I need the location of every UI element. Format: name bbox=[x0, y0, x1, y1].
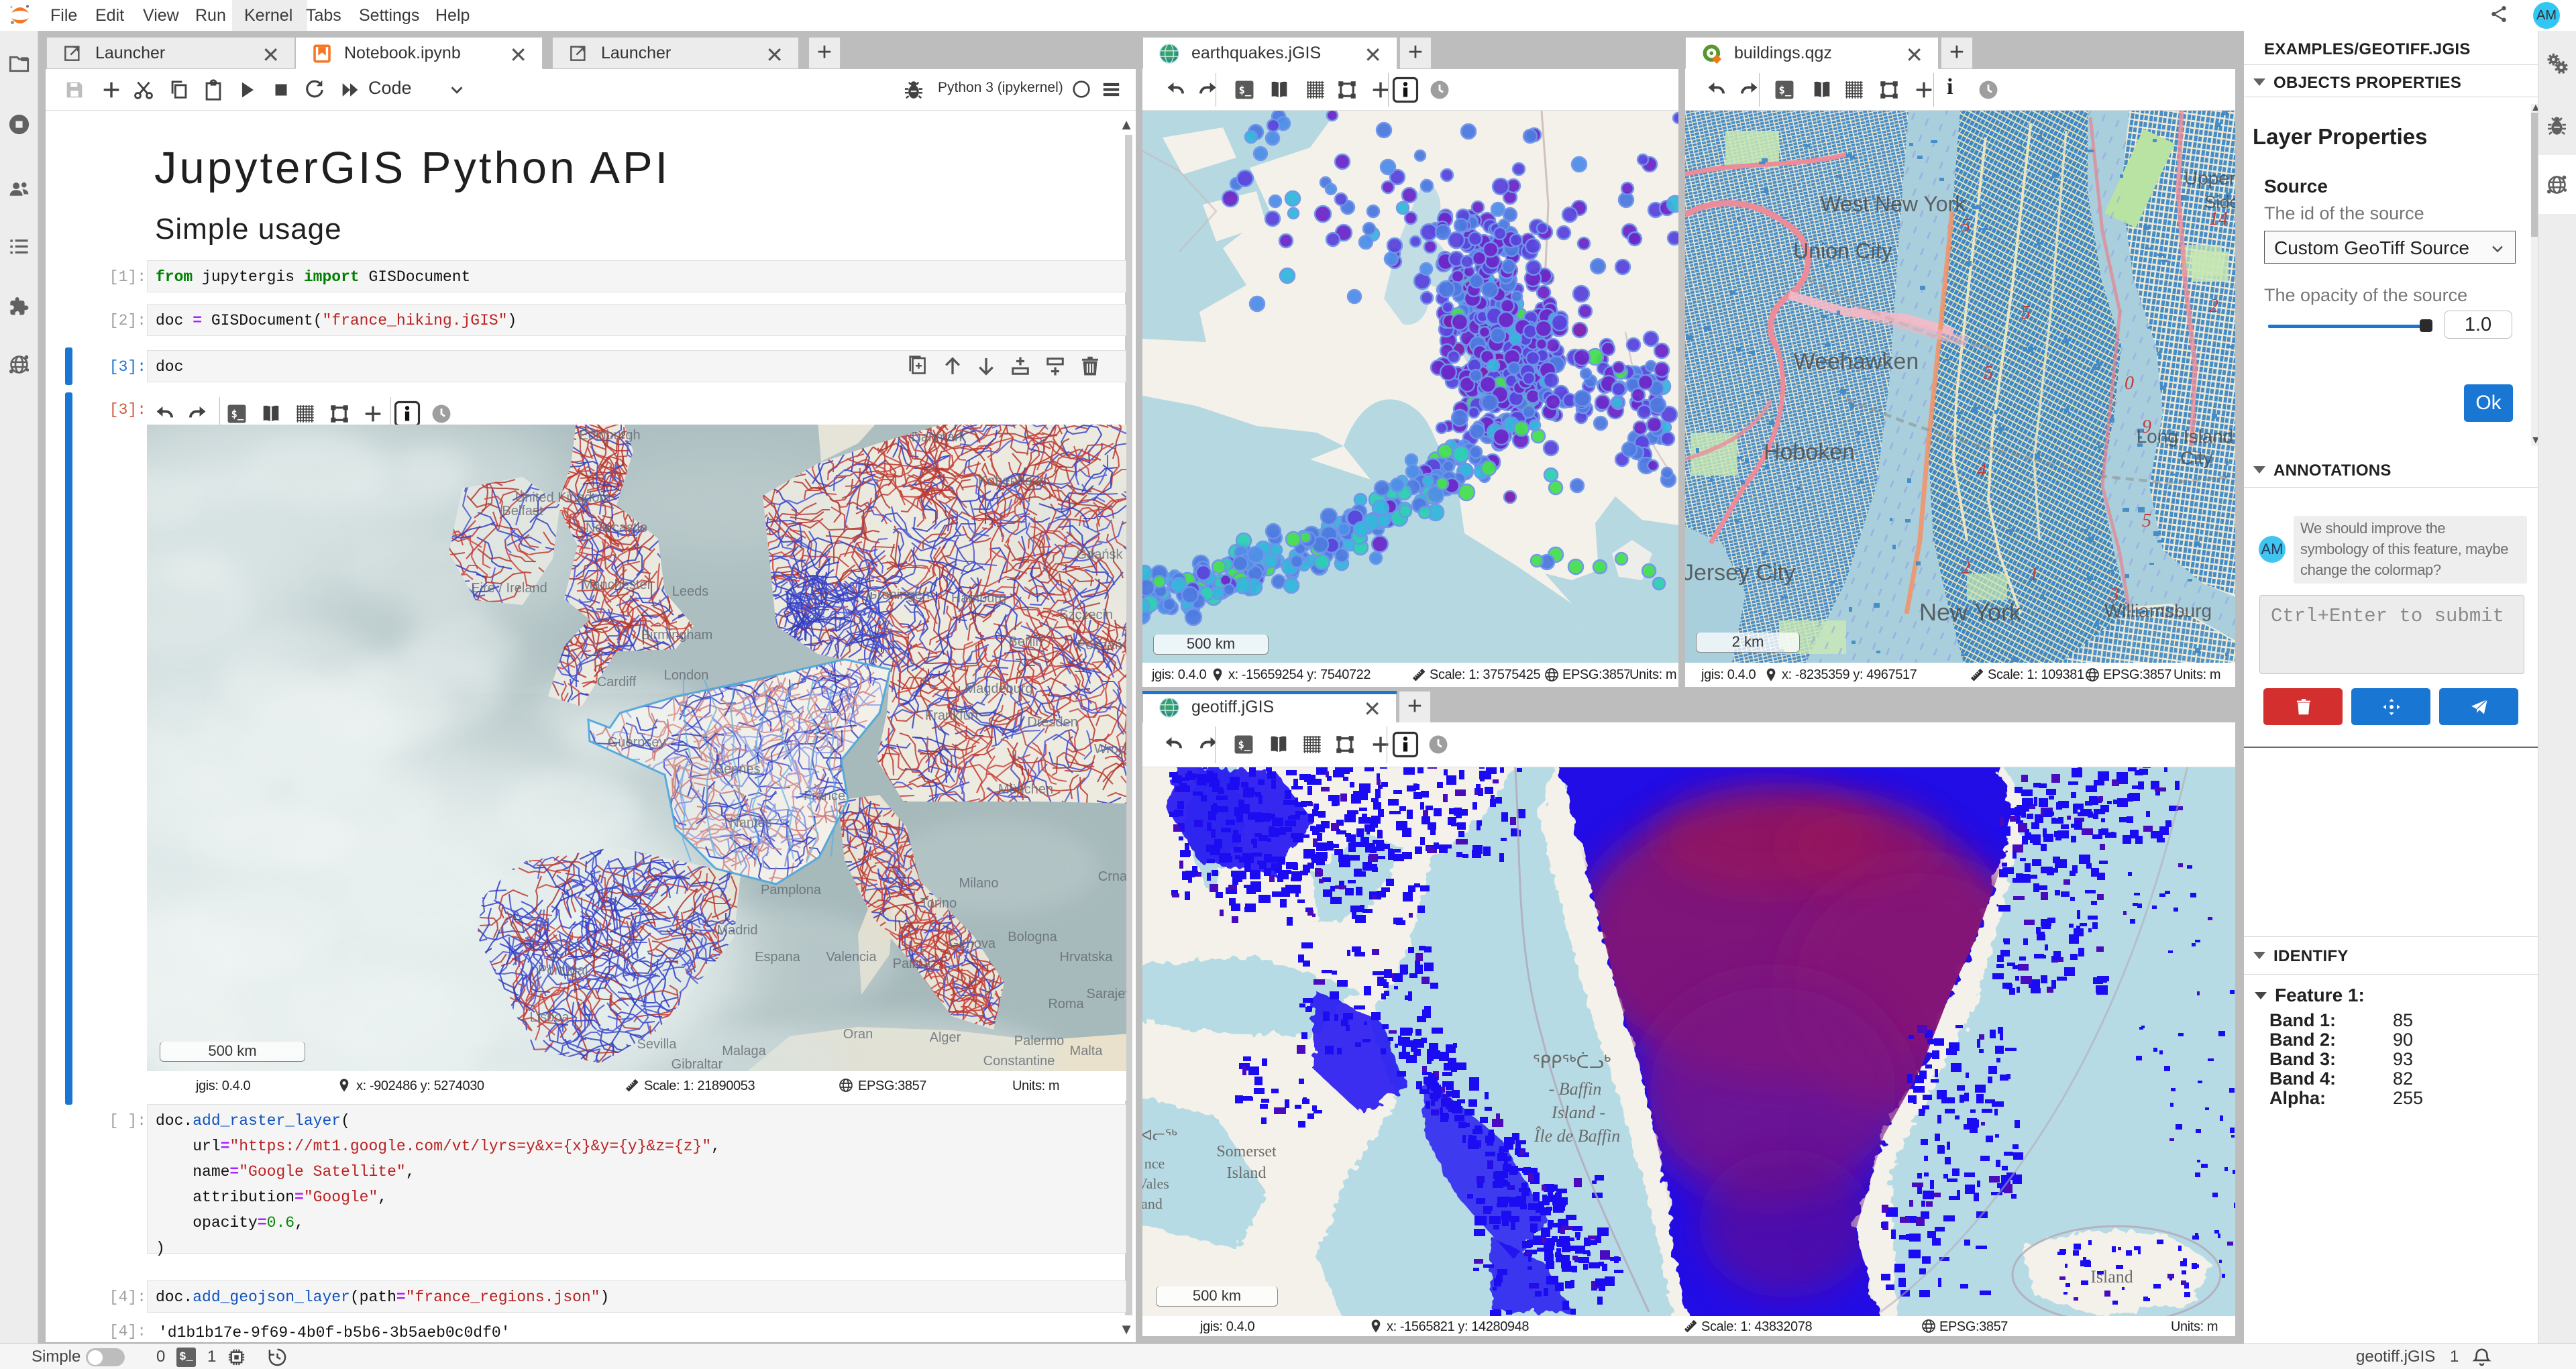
svg-text:0: 0 bbox=[2125, 373, 2134, 394]
svg-text:$_: $_ bbox=[1779, 85, 1792, 97]
svg-text:London: London bbox=[664, 668, 709, 683]
svg-text:Guernsey: Guernsey bbox=[608, 735, 666, 750]
svg-text:Eire / Ireland: Eire / Ireland bbox=[471, 581, 547, 596]
svg-text:Szczecin: Szczecin bbox=[1059, 608, 1113, 622]
svg-text:Groningen: Groningen bbox=[867, 588, 929, 602]
svg-text:Nantes: Nantes bbox=[729, 816, 771, 830]
svg-text:Île de Baffin: Île de Baffin bbox=[1534, 1126, 1621, 1146]
svg-text:Espana: Espana bbox=[755, 950, 801, 965]
svg-text:Milano: Milano bbox=[959, 876, 999, 891]
svg-text:Oran: Oran bbox=[843, 1027, 873, 1042]
svg-text:Torino: Torino bbox=[920, 896, 957, 911]
svg-text:Sarajevo: Sarajevo bbox=[1087, 987, 1126, 1001]
svg-text:9: 9 bbox=[2142, 417, 2151, 437]
svg-text:Dresden: Dresden bbox=[1027, 715, 1078, 730]
svg-text:2: 2 bbox=[2209, 296, 2218, 317]
svg-text:Cardiff: Cardiff bbox=[597, 675, 637, 690]
svg-text:$_: $_ bbox=[1238, 739, 1251, 751]
svg-text:Sevilla: Sevilla bbox=[637, 1037, 678, 1052]
svg-text:Island -: Island - bbox=[1551, 1103, 1605, 1122]
svg-text:nce: nce bbox=[1144, 1155, 1165, 1172]
svg-text:Edinburgh: Edinburgh bbox=[579, 428, 640, 443]
svg-text:City: City bbox=[2180, 447, 2212, 468]
svg-text:Genova: Genova bbox=[949, 936, 996, 951]
svg-text:Portugal: Portugal bbox=[538, 963, 588, 978]
svg-text:Berlin: Berlin bbox=[1008, 635, 1042, 649]
svg-text:1: 1 bbox=[2029, 564, 2039, 585]
svg-text:Island: Island bbox=[1227, 1164, 1267, 1182]
svg-text:$_: $_ bbox=[1239, 85, 1252, 97]
svg-text:Somerset: Somerset bbox=[1216, 1143, 1277, 1160]
svg-text:Crna G: Crna G bbox=[1098, 869, 1126, 884]
svg-text:3: 3 bbox=[2109, 584, 2119, 605]
svg-text:4: 4 bbox=[1977, 460, 1986, 481]
svg-text:and: and bbox=[1142, 1195, 1163, 1212]
svg-text:Birmingham: Birmingham bbox=[641, 628, 713, 643]
svg-text:14: 14 bbox=[2209, 209, 2228, 229]
svg-text:Malta: Malta bbox=[1070, 1044, 1104, 1058]
svg-text:Roma: Roma bbox=[1048, 997, 1084, 1011]
svg-text:Valencia: Valencia bbox=[826, 950, 877, 965]
svg-text:ᐊᓕᖅ: ᐊᓕᖅ bbox=[1142, 1127, 1177, 1144]
svg-text:Poznań: Poznań bbox=[1077, 638, 1122, 653]
svg-text:United Kingdom: United Kingdom bbox=[515, 490, 610, 505]
svg-text:Malaga: Malaga bbox=[722, 1044, 766, 1058]
svg-text:Wrocław: Wrocław bbox=[1094, 742, 1126, 757]
svg-text:France: France bbox=[804, 789, 845, 804]
svg-text:- Baffin: - Baffin bbox=[1549, 1079, 1602, 1099]
svg-text:Newcastle: Newcastle bbox=[586, 521, 647, 535]
svg-text:Leeds: Leeds bbox=[672, 584, 709, 599]
svg-text:$_: $_ bbox=[231, 408, 244, 421]
svg-text:München: München bbox=[998, 782, 1053, 797]
svg-text:Frankfurt: Frankfurt bbox=[925, 708, 979, 723]
svg-text:2: 2 bbox=[1961, 557, 1970, 578]
svg-text:New York: New York bbox=[1919, 598, 2022, 626]
svg-text:Rennes: Rennes bbox=[714, 762, 761, 777]
svg-text:Upper: Upper bbox=[2184, 168, 2235, 188]
svg-text:Hamburg: Hamburg bbox=[951, 591, 1006, 606]
svg-text:Palermo: Palermo bbox=[1014, 1034, 1064, 1048]
svg-text:Hoboken: Hoboken bbox=[1764, 439, 1855, 465]
svg-text:Hrvatska: Hrvatska bbox=[1060, 950, 1114, 965]
svg-text:ᕿᑭᖅᑖᓗᒃ: ᕿᑭᖅᑖᓗᒃ bbox=[1533, 1052, 1611, 1072]
svg-text:Weehawken: Weehawken bbox=[1794, 349, 1919, 374]
svg-text:5: 5 bbox=[1984, 363, 1993, 384]
svg-text:Madrid: Madrid bbox=[716, 923, 757, 938]
svg-text:Pamplona: Pamplona bbox=[761, 883, 822, 897]
svg-text:Vales: Vales bbox=[1142, 1175, 1169, 1192]
svg-text:Bologna: Bologna bbox=[1008, 930, 1057, 944]
svg-text:5: 5 bbox=[2021, 303, 2031, 323]
svg-text:Alger: Alger bbox=[930, 1030, 961, 1045]
svg-text:5: 5 bbox=[1961, 215, 1970, 236]
svg-text:Constantine: Constantine bbox=[983, 1054, 1055, 1069]
svg-text:Danmark: Danmark bbox=[911, 430, 966, 445]
svg-text:København: København bbox=[978, 474, 1046, 488]
svg-text:West New York: West New York bbox=[1821, 192, 1966, 216]
svg-text:Palma: Palma bbox=[893, 956, 932, 971]
svg-text:Magdeburg: Magdeburg bbox=[965, 681, 1032, 696]
svg-text:Gdańsk: Gdańsk bbox=[1077, 547, 1124, 562]
svg-text:Union City: Union City bbox=[1793, 239, 1892, 263]
svg-text:Manchester: Manchester bbox=[582, 578, 652, 592]
svg-text:Gibraltar: Gibraltar bbox=[672, 1057, 723, 1071]
svg-text:Island: Island bbox=[2090, 1267, 2133, 1286]
svg-text:Lisboa: Lisboa bbox=[530, 1010, 570, 1025]
svg-text:Belfast: Belfast bbox=[502, 504, 543, 518]
svg-text:Williamsburg: Williamsburg bbox=[2104, 600, 2212, 621]
svg-text:Jersey City: Jersey City bbox=[1685, 560, 1795, 586]
svg-text:5: 5 bbox=[2142, 510, 2151, 531]
